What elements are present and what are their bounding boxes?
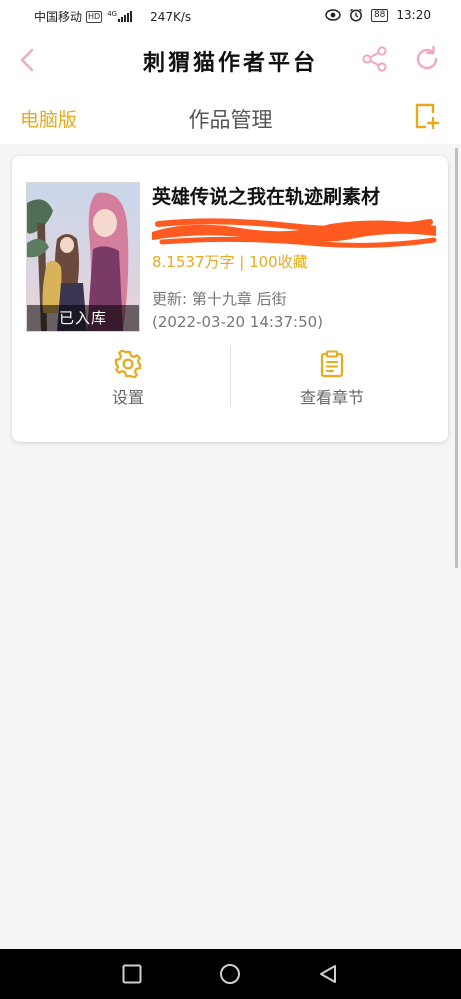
archived-badge: 已入库 [27, 305, 139, 331]
settings-button[interactable]: 设置 [28, 350, 228, 407]
alarm-icon [350, 8, 362, 22]
book-card: 已入库 英雄传说之我在轨迹刷素材 8.1537万字 | 100收藏 更新: 第十… [12, 156, 448, 442]
page-title: 作品管理 [188, 108, 273, 132]
carrier-label: 中国移动 [34, 10, 83, 24]
back-triangle-icon[interactable] [317, 963, 339, 985]
book-cover[interactable]: 已入库 [26, 182, 140, 332]
sub-header: 电脑版 作品管理 [0, 88, 461, 144]
clipboard-list-icon [320, 350, 344, 378]
book-stats: 8.1537万字 | 100收藏 [152, 253, 308, 271]
scrollbar[interactable] [455, 148, 458, 568]
battery-icon: 88 [370, 8, 389, 22]
status-left: 中国移动 HD 4G 247K/s [34, 8, 191, 25]
settings-label: 设置 [111, 388, 144, 407]
book-title[interactable]: 英雄传说之我在轨迹刷素材 [152, 182, 442, 209]
app-title: 刺猬猫作者平台 [142, 50, 318, 76]
status-right: 88 13:20 [325, 8, 431, 22]
system-nav-bar [0, 949, 461, 999]
view-chapters-button[interactable]: 查看章节 [232, 350, 432, 407]
network-speed: 247K/s [150, 9, 192, 24]
home-icon[interactable] [219, 963, 241, 985]
hd-badge: HD [86, 10, 103, 23]
eye-icon [325, 9, 341, 21]
redaction-scribble [152, 218, 437, 248]
status-bar: 中国移动 HD 4G 247K/s 88 13:20 [0, 0, 461, 32]
clock: 13:20 [396, 8, 431, 22]
title-bar: 刺猬猫作者平台 [0, 32, 461, 89]
latest-chapter: 更新: 第十九章 后街 [152, 290, 287, 308]
new-book-icon[interactable] [412, 101, 442, 131]
recent-apps-icon[interactable] [121, 963, 143, 985]
action-divider [230, 346, 231, 406]
refresh-icon[interactable] [412, 44, 442, 74]
gear-icon [114, 350, 142, 378]
share-icon[interactable] [360, 44, 390, 74]
update-time: (2022-03-20 14:37:50) [152, 313, 324, 331]
network-type-label: 4G [107, 10, 118, 18]
signal-icon: 4G [107, 10, 133, 22]
view-chapters-label: 查看章节 [299, 388, 364, 407]
